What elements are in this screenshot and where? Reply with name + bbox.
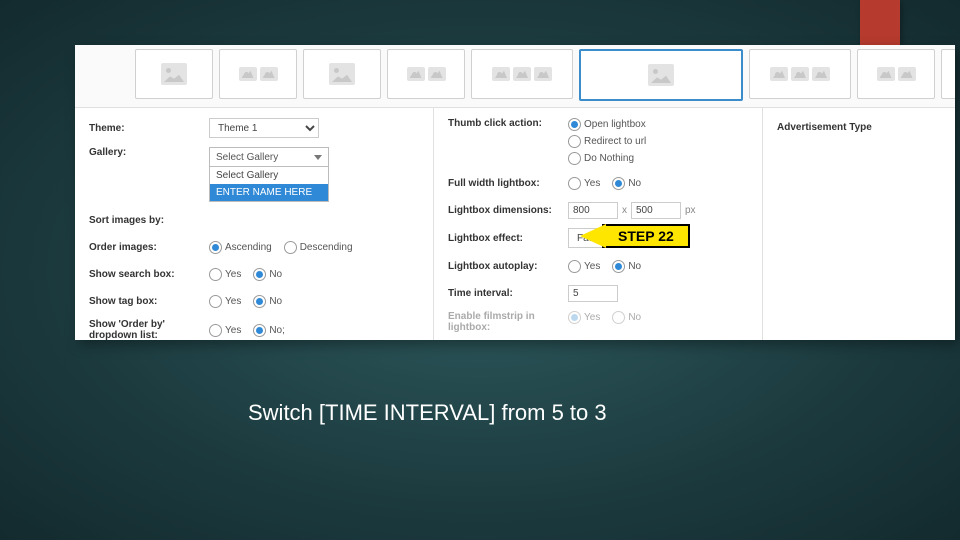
order-label: Order images: <box>89 242 209 253</box>
gallery-option-highlighted[interactable]: ENTER NAME HERE <box>210 184 328 201</box>
theme-label: Theme: <box>89 123 209 134</box>
settings-column-3: Advertisement Type <box>763 108 955 340</box>
lightbox-effect-label: Lightbox effect: <box>448 233 568 244</box>
arrow-left-icon <box>580 224 606 248</box>
layout-option[interactable] <box>135 49 213 99</box>
thumb-open-lightbox-radio[interactable]: Open lightbox <box>568 118 646 131</box>
layout-option[interactable] <box>387 49 465 99</box>
gallery-option[interactable]: Select Gallery <box>210 167 328 184</box>
order-ascending-radio[interactable]: Ascending <box>209 241 272 254</box>
tag-yes-radio[interactable]: Yes <box>209 295 241 308</box>
advertisement-type-label: Advertisement Type <box>777 122 872 133</box>
layout-option[interactable] <box>857 49 935 99</box>
gallery-select-open[interactable]: Select Gallery Select Gallery ENTER NAME… <box>209 147 329 202</box>
layout-option[interactable] <box>219 49 297 99</box>
full-yes-radio[interactable]: Yes <box>568 177 600 190</box>
layout-option[interactable] <box>941 49 955 99</box>
gallery-label: Gallery: <box>89 147 209 158</box>
sort-label: Sort images by: <box>89 215 209 226</box>
settings-column-1: Theme: Theme 1 Gallery: Select Gallery S… <box>75 108 433 340</box>
layout-option[interactable] <box>471 49 573 99</box>
autoplay-no-radio[interactable]: No <box>612 260 641 273</box>
time-interval-input[interactable] <box>568 285 618 302</box>
instruction-caption: Switch [TIME INTERVAL] from 5 to 3 <box>248 400 607 426</box>
tag-no-radio[interactable]: No <box>253 295 282 308</box>
full-no-radio[interactable]: No <box>612 177 641 190</box>
lightbox-width-input[interactable] <box>568 202 618 219</box>
thumb-click-label: Thumb click action: <box>448 118 568 129</box>
step-callout: STEP 22 <box>580 224 690 248</box>
autoplay-yes-radio[interactable]: Yes <box>568 260 600 273</box>
filmstrip-enable-label: Enable filmstrip in lightbox: <box>448 311 568 333</box>
layout-thumbnails <box>75 45 955 108</box>
step-number-box: STEP 22 <box>602 224 690 248</box>
lightbox-height-input[interactable] <box>631 202 681 219</box>
filmstrip-yes-radio[interactable]: Yes <box>568 311 600 324</box>
layout-option-selected[interactable] <box>579 49 743 101</box>
lightbox-autoplay-label: Lightbox autoplay: <box>448 261 568 272</box>
thumb-nothing-radio[interactable]: Do Nothing <box>568 152 634 165</box>
filmstrip-no-radio[interactable]: No <box>612 311 641 324</box>
thumb-redirect-radio[interactable]: Redirect to url <box>568 135 646 148</box>
order-descending-radio[interactable]: Descending <box>284 241 353 254</box>
gallery-selected-value: Select Gallery <box>216 152 278 163</box>
search-no-radio[interactable]: No <box>253 268 282 281</box>
full-lightbox-label: Full width lightbox: <box>448 178 568 189</box>
search-yes-radio[interactable]: Yes <box>209 268 241 281</box>
orderby-no-radio[interactable]: No; <box>253 324 285 337</box>
orderby-yes-radio[interactable]: Yes <box>209 324 241 337</box>
chevron-down-icon <box>314 155 322 160</box>
layout-option[interactable] <box>749 49 851 99</box>
admin-screenshot-panel: Theme: Theme 1 Gallery: Select Gallery S… <box>75 45 955 340</box>
time-interval-label: Time interval: <box>448 288 568 299</box>
theme-select[interactable]: Theme 1 <box>209 118 319 138</box>
show-tag-label: Show tag box: <box>89 296 209 307</box>
lightbox-dims-label: Lightbox dimensions: <box>448 205 568 216</box>
show-orderby-label: Show 'Order by' dropdown list: <box>89 319 209 340</box>
show-search-label: Show search box: <box>89 269 209 280</box>
layout-option[interactable] <box>303 49 381 99</box>
